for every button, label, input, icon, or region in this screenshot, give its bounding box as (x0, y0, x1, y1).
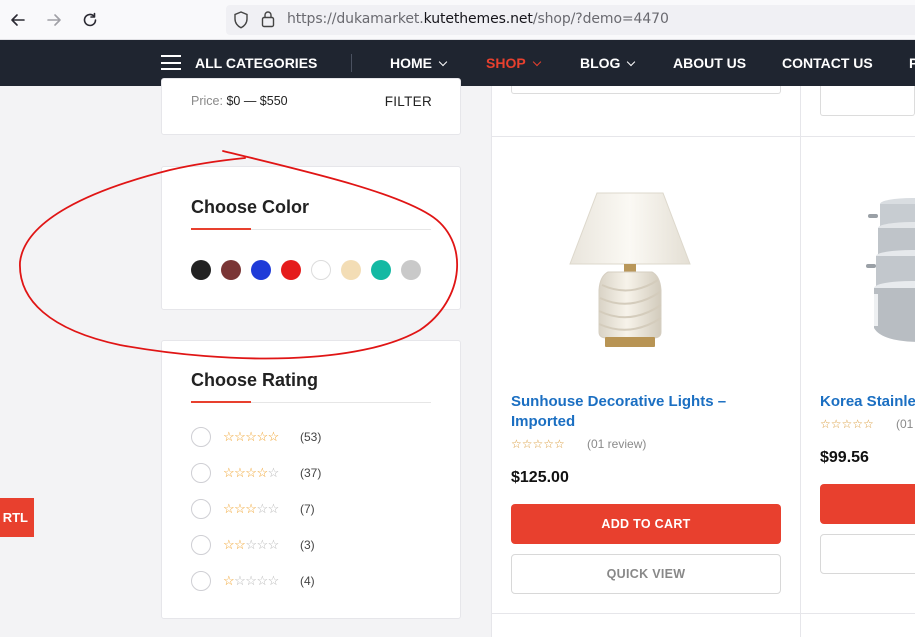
price-filter-card: Price: $0 — $550 FILTER (161, 78, 461, 135)
grid-row-divider (491, 136, 915, 137)
color-swatch[interactable] (251, 260, 271, 280)
nav-contact-us[interactable]: CONTACT US (782, 55, 873, 71)
color-swatch[interactable] (281, 260, 301, 280)
chevron-down-icon (438, 57, 448, 67)
lock-icon[interactable] (261, 10, 275, 33)
color-swatch[interactable] (371, 260, 391, 280)
add-to-cart-button[interactable]: ADD TO CART (511, 504, 781, 544)
product-title[interactable]: Sunhouse Decorative Lights – Imported (511, 392, 726, 432)
nav-divider (351, 54, 352, 72)
color-swatch[interactable] (401, 260, 421, 280)
rating-stars: ☆☆☆☆☆ (223, 429, 279, 444)
chevron-down-icon (627, 57, 636, 67)
tracking-shield-icon[interactable] (233, 11, 249, 34)
previous-row-button[interactable] (820, 86, 915, 116)
rating-radio[interactable] (191, 499, 211, 519)
product-title[interactable]: Korea Stainle (820, 392, 915, 412)
rating-stars: ☆☆☆☆☆ (223, 465, 279, 480)
quick-view-button[interactable] (820, 534, 915, 574)
rating-stars: ☆☆☆☆☆ (223, 573, 279, 588)
rating-option[interactable]: ☆☆☆☆☆ (4) (191, 571, 431, 593)
product-price: $99.56 (820, 449, 869, 466)
rating-count: (3) (300, 538, 315, 552)
color-swatch[interactable] (191, 260, 211, 280)
color-filter-title: Choose Color (191, 197, 310, 217)
grid-row-divider (491, 613, 915, 614)
chevron-down-icon (532, 57, 541, 67)
product-image-table-lamp[interactable] (555, 180, 705, 355)
rating-filter-title: Choose Rating (191, 370, 319, 390)
product-review-count[interactable]: (01 review) (587, 437, 646, 451)
add-to-cart-button[interactable] (820, 484, 915, 524)
rtl-toggle-button[interactable]: RTL (0, 498, 34, 537)
title-accent-line (191, 228, 251, 230)
page: https://dukamarket.kutethemes.net/shop/?… (0, 0, 915, 637)
rating-radio[interactable] (191, 427, 211, 447)
rating-radio[interactable] (191, 571, 211, 591)
price-range-label: Price: $0 — $550 (191, 94, 288, 108)
filter-button[interactable]: FILTER (385, 94, 432, 109)
rating-option[interactable]: ☆☆☆☆☆ (3) (191, 535, 431, 557)
product-review-count[interactable]: (01 (896, 417, 913, 431)
reload-icon[interactable] (78, 8, 102, 32)
title-accent-line (191, 401, 251, 403)
forward-icon[interactable] (42, 8, 66, 32)
hamburger-icon[interactable] (161, 55, 181, 70)
nav-shop[interactable]: SHOP (486, 55, 541, 71)
quick-view-button[interactable]: QUICK VIEW (511, 554, 781, 594)
product-rating-stars: ☆☆☆☆☆ (820, 417, 874, 431)
nav-home[interactable]: HOME (390, 55, 448, 71)
nav-about-us[interactable]: ABOUT US (673, 55, 746, 71)
rating-count: (4) (300, 574, 315, 588)
rating-count: (53) (300, 430, 322, 444)
rating-option[interactable]: ☆☆☆☆☆ (7) (191, 499, 431, 521)
previous-row-button[interactable] (511, 86, 781, 94)
nav-blog[interactable]: BLOG (580, 55, 636, 71)
rating-stars: ☆☆☆☆☆ (223, 537, 279, 552)
browser-toolbar: https://dukamarket.kutethemes.net/shop/?… (0, 0, 915, 40)
rating-option[interactable]: ☆☆☆☆☆ (37) (191, 463, 431, 485)
product-rating-stars: ☆☆☆☆☆ (511, 437, 565, 451)
rating-count: (7) (300, 502, 315, 516)
grid-column-divider (800, 86, 801, 637)
back-icon[interactable] (6, 8, 30, 32)
product-image-stainless-pots[interactable] (862, 190, 915, 350)
rating-radio[interactable] (191, 463, 211, 483)
product-price: $125.00 (511, 469, 569, 486)
all-categories-button[interactable]: ALL CATEGORIES (195, 55, 317, 71)
rating-radio[interactable] (191, 535, 211, 555)
color-swatch[interactable] (311, 260, 331, 280)
color-filter-card: Choose Color (161, 166, 461, 310)
color-swatch[interactable] (341, 260, 361, 280)
rating-count: (37) (300, 466, 322, 480)
color-swatch[interactable] (221, 260, 241, 280)
nav-item-truncated[interactable]: P (909, 55, 915, 71)
url-text[interactable]: https://dukamarket.kutethemes.net/shop/?… (287, 11, 669, 27)
rating-filter-card: Choose Rating ☆☆☆☆☆ (53) ☆☆☆☆☆ (37) ☆☆☆☆☆ (7)… (161, 340, 461, 619)
rating-stars: ☆☆☆☆☆ (223, 501, 279, 516)
rating-option[interactable]: ☆☆☆☆☆ (53) (191, 427, 431, 449)
